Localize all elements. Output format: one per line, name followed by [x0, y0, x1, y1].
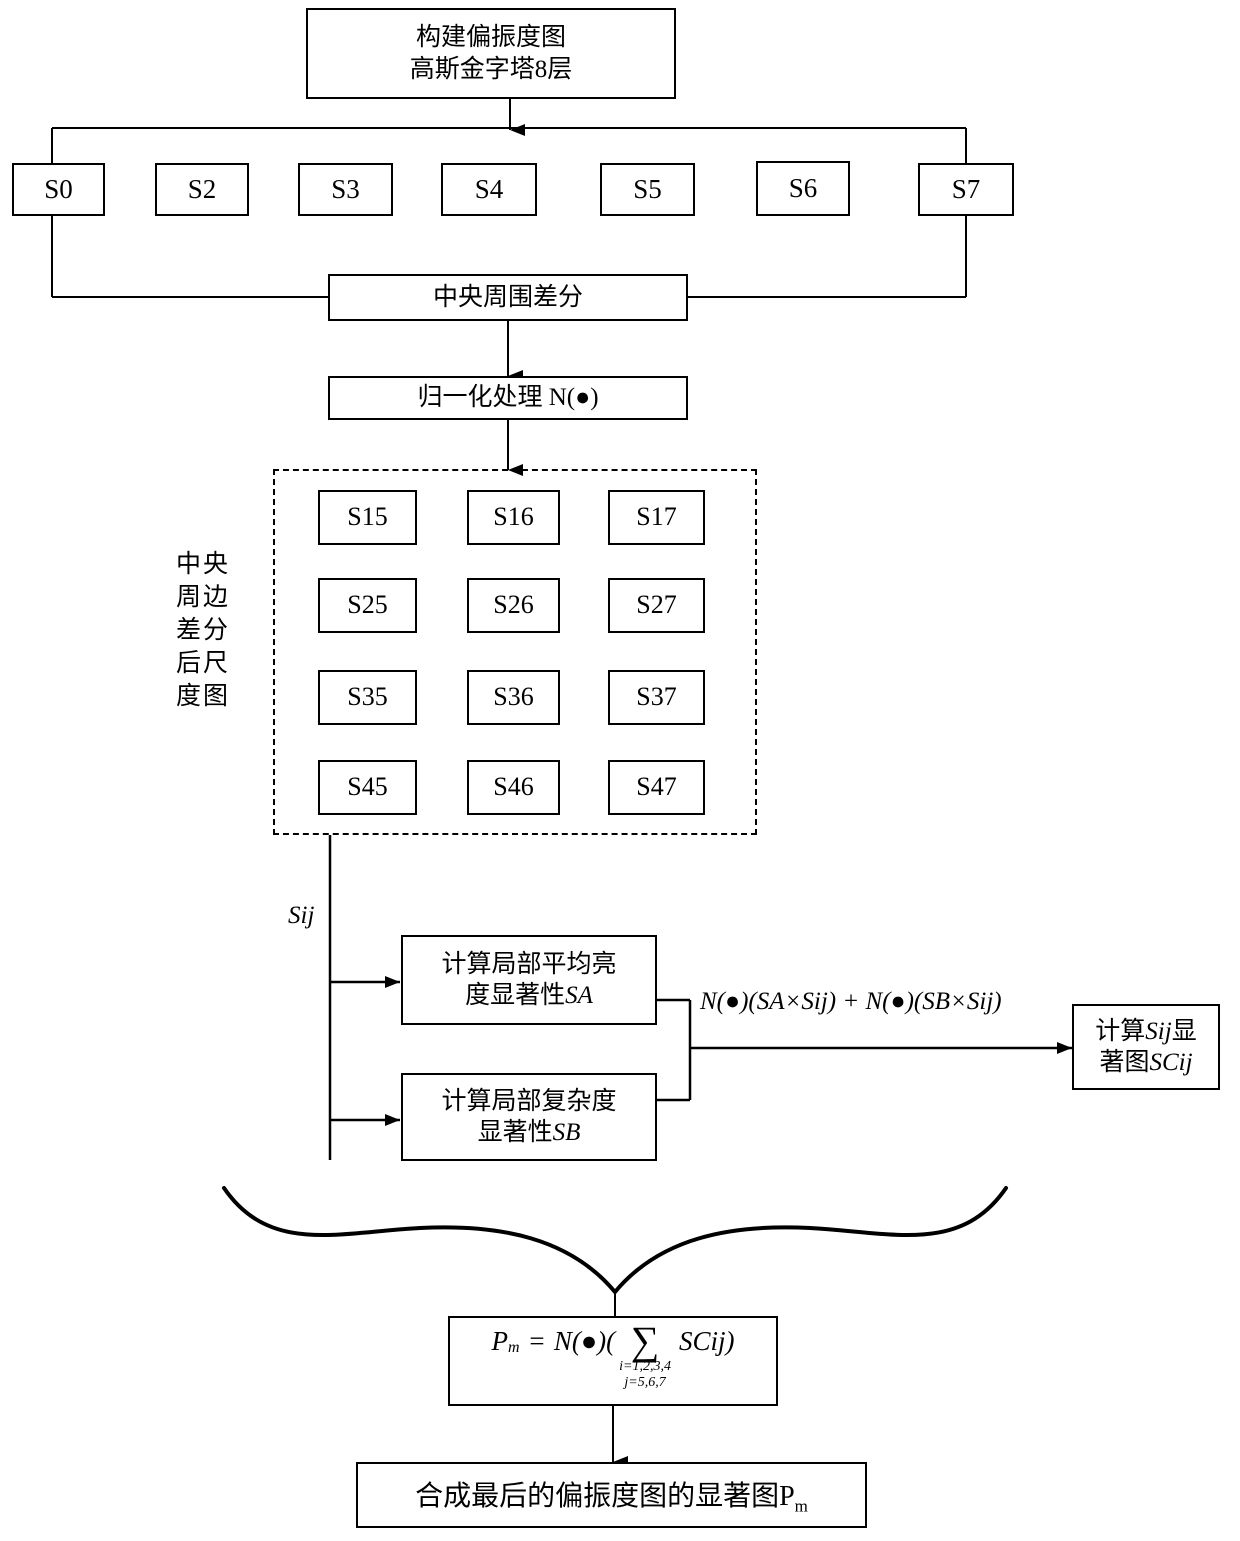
- scale-map-box-s47[interactable]: S47: [608, 760, 705, 815]
- pm-term: SCij: [678, 1326, 726, 1356]
- scij-box-line2: 著图SCij: [1099, 1047, 1192, 1078]
- local-complexity-saliency-box[interactable]: 计算局部复杂度 显著性SB: [401, 1073, 657, 1161]
- scij-line2-symbol: SCij: [1149, 1049, 1193, 1076]
- normalization-box[interactable]: 归一化处理 N(●): [328, 376, 688, 420]
- pm-formula-box[interactable]: Pm = N(●)( ∑ i=1,2,3,4 j=5,6,7 SCij ): [448, 1316, 778, 1406]
- scale-map-box-s27[interactable]: S27: [608, 578, 705, 633]
- scale-map-label: S35: [347, 682, 388, 712]
- scale-map-label: S26: [493, 590, 534, 620]
- pm-summation: ∑ i=1,2,3,4 j=5,6,7: [619, 1318, 671, 1391]
- sb-box-symbol: SB: [552, 1119, 581, 1146]
- side-label-char: 差: [176, 617, 202, 644]
- final-box-subscript: m: [794, 1496, 808, 1516]
- scale-map-label: S45: [347, 772, 388, 802]
- side-label-char: 后: [176, 650, 202, 677]
- scale-box-s7-label: S7: [951, 173, 981, 204]
- scale-box-s2-label: S2: [187, 173, 217, 204]
- final-box-text: 合成最后的偏振度图的显著图P: [415, 1480, 795, 1512]
- scale-box-s0[interactable]: S0: [12, 163, 105, 216]
- side-label-char: 中: [176, 551, 202, 578]
- side-label-char: 尺: [203, 650, 229, 677]
- scale-map-box-s37[interactable]: S37: [608, 670, 705, 725]
- scij-line1-symbol: Sij: [1145, 1017, 1172, 1045]
- side-label-char: 度: [176, 683, 202, 710]
- combine-formula-text: N(●)(SA×Sij) + N(●)(SB×Sij): [700, 988, 1002, 1015]
- pm-equals: =: [527, 1326, 546, 1356]
- scale-box-s0-label: S0: [44, 173, 73, 204]
- scale-map-box-s16[interactable]: S16: [467, 490, 560, 545]
- scij-line2-prefix: 著图: [1099, 1049, 1150, 1076]
- flowchart-canvas: 构建偏振度图 高斯金字塔8层 S0 S2 S3 S4 S5 S6 S7 中央周围…: [0, 0, 1240, 1541]
- scale-map-box-s15[interactable]: S15: [318, 490, 417, 545]
- scale-map-label: S16: [493, 502, 534, 532]
- dashed-region-side-label: 中 周 差 后 度 央 边 分 尺 图: [176, 548, 228, 713]
- scale-box-s6-label: S6: [788, 172, 818, 203]
- sb-box-line2-text: 显著性: [477, 1119, 553, 1146]
- scale-box-s5-label: S5: [633, 173, 662, 204]
- compute-sij-saliency-map-box[interactable]: 计算Sij显 著图SCij: [1072, 1004, 1220, 1090]
- build-polarization-pyramid-box[interactable]: 构建偏振度图 高斯金字塔8层: [306, 8, 676, 99]
- sigma-icon: ∑: [630, 1318, 660, 1363]
- scale-map-box-s25[interactable]: S25: [318, 578, 417, 633]
- scale-box-s5[interactable]: S5: [600, 163, 695, 216]
- scale-map-label: S17: [636, 502, 677, 532]
- pm-lhs-sub: m: [508, 1339, 520, 1356]
- build-box-line2: 高斯金字塔8层: [409, 55, 573, 83]
- side-label-column-2: 央 边 分 尺 图: [203, 548, 228, 713]
- pm-limit-i: i=1,2,3,4: [619, 1359, 671, 1374]
- scale-map-box-s36[interactable]: S36: [467, 670, 560, 725]
- side-label-char: 图: [203, 683, 229, 710]
- scale-map-label: S37: [636, 682, 677, 712]
- final-box-text-wrap: 合成最后的偏振度图的显著图Pm: [415, 1474, 808, 1517]
- pm-lhs-base: P: [491, 1326, 509, 1356]
- final-saliency-map-box[interactable]: 合成最后的偏振度图的显著图Pm: [356, 1462, 867, 1528]
- scale-map-box-s26[interactable]: S26: [467, 578, 560, 633]
- scale-map-label: S36: [493, 682, 534, 712]
- sa-box-line2: 度显著性SA: [465, 980, 593, 1011]
- scale-map-label: S25: [347, 590, 388, 620]
- scale-map-label: S27: [636, 590, 677, 620]
- normalization-label: 归一化处理 N(●): [417, 384, 599, 412]
- combine-formula-label: N(●)(SA×Sij) + N(●)(SB×Sij): [700, 988, 1002, 1016]
- sa-box-line1: 计算局部平均亮: [441, 950, 617, 978]
- sb-box-line2: 显著性SB: [478, 1117, 581, 1148]
- pm-limit-j: j=5,6,7: [624, 1375, 666, 1391]
- scale-map-label: S47: [636, 772, 677, 802]
- sij-trunk-label: Sij: [288, 902, 314, 930]
- sa-box-line2-text: 度显著性: [465, 982, 566, 1009]
- sa-box-symbol: SA: [565, 982, 593, 1009]
- side-label-char: 边: [203, 584, 229, 611]
- scale-map-box-s35[interactable]: S35: [318, 670, 417, 725]
- local-mean-luminance-saliency-box[interactable]: 计算局部平均亮 度显著性SA: [401, 935, 657, 1025]
- sij-trunk-label-text: Sij: [288, 902, 315, 929]
- center-surround-label: 中央周围差分: [432, 283, 583, 311]
- center-surround-difference-box[interactable]: 中央周围差分: [328, 274, 688, 321]
- side-label-char: 央: [203, 551, 229, 578]
- scij-line1-prefix: 计算: [1095, 1017, 1146, 1045]
- scale-box-s7[interactable]: S7: [918, 163, 1014, 216]
- scale-map-label: S46: [493, 772, 534, 802]
- scij-box-line1: 计算Sij显: [1095, 1016, 1196, 1047]
- build-box-line1: 构建偏振度图: [415, 24, 566, 52]
- side-label-char: 周: [176, 584, 202, 611]
- scale-map-box-s17[interactable]: S17: [608, 490, 705, 545]
- pm-sigma-limits: i=1,2,3,4 j=5,6,7: [619, 1359, 671, 1391]
- pm-normalize-open: N(●)(: [553, 1326, 616, 1356]
- pm-formula: Pm = N(●)( ∑ i=1,2,3,4 j=5,6,7 SCij ): [492, 1318, 735, 1393]
- side-label-char: 分: [203, 617, 229, 644]
- side-label-column-1: 中 周 差 后 度: [176, 548, 201, 713]
- pm-lhs: Pm: [492, 1326, 520, 1357]
- scale-map-label: S15: [347, 502, 388, 532]
- sb-box-line1: 计算局部复杂度: [441, 1087, 617, 1115]
- scale-map-box-s45[interactable]: S45: [318, 760, 417, 815]
- scale-box-s2[interactable]: S2: [155, 163, 249, 216]
- scale-box-s3[interactable]: S3: [298, 163, 393, 216]
- scale-box-s3-label: S3: [331, 173, 360, 204]
- scij-line1-suffix: 显: [1171, 1017, 1197, 1045]
- scale-box-s4[interactable]: S4: [441, 163, 537, 216]
- pm-close-paren: ): [725, 1326, 735, 1356]
- scale-map-box-s46[interactable]: S46: [467, 760, 560, 815]
- scale-box-s6[interactable]: S6: [756, 161, 850, 216]
- scale-box-s4-label: S4: [474, 173, 504, 204]
